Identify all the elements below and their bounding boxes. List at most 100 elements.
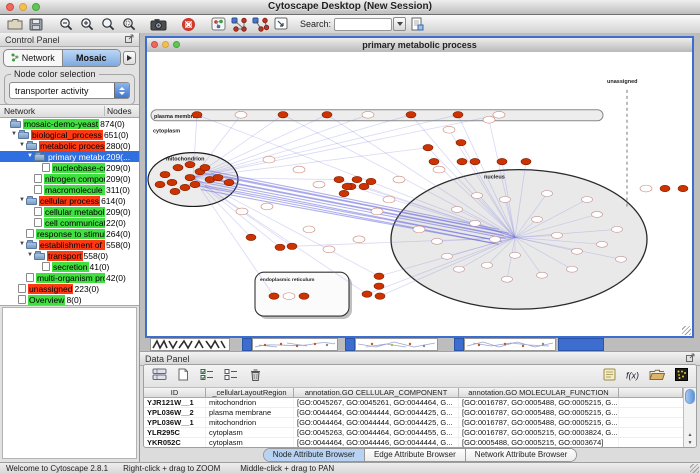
tree-row[interactable]: mosaic-demo-yeast874(0) — [0, 118, 139, 129]
table-scrollbar[interactable]: ▲ ▼ — [683, 388, 696, 447]
tree-expander-icon[interactable]: ▼ — [10, 129, 18, 140]
modify-attributes-button[interactable] — [149, 367, 169, 385]
tree-row[interactable]: unassigned223(0) — [0, 283, 139, 294]
column-header[interactable]: _cellularLayoutRegion — [206, 388, 294, 398]
minimized-window-edge[interactable] — [454, 338, 464, 351]
tree-row[interactable]: ▼transport558(0) — [0, 250, 139, 261]
scroll-up-icon[interactable]: ▲ — [684, 431, 696, 439]
minimized-window-bar[interactable] — [558, 338, 604, 351]
zoom-selected-button[interactable] — [118, 16, 139, 33]
save-session-button[interactable] — [25, 16, 46, 33]
tree-row[interactable]: ▼metabolic process280(0) — [0, 140, 139, 151]
node-color-combobox[interactable]: transporter activity — [9, 82, 130, 99]
scroll-down-icon[interactable]: ▼ — [684, 439, 696, 447]
status-zoom-hint: Right-click + drag to ZOOM — [123, 464, 220, 473]
table-cell: YJR121W__1 — [144, 398, 206, 407]
scrollbar-thumb[interactable] — [685, 389, 695, 404]
network-view-window[interactable]: primary metabolic process plasma membran… — [145, 36, 694, 338]
tab-mosaic-label: Mosaic — [76, 53, 107, 63]
minimized-window-thumbnail[interactable] — [464, 338, 556, 351]
column-header[interactable]: ID — [144, 388, 206, 398]
page-icon — [34, 185, 42, 194]
tree-count: 223(0) — [73, 284, 107, 294]
tab-mosaic[interactable]: Mosaic — [62, 50, 121, 66]
select-all-attributes-button[interactable] — [197, 367, 217, 385]
app-resize-grip[interactable] — [690, 464, 699, 473]
tree-row[interactable]: nucleobase-containing compound metabolic… — [0, 162, 139, 173]
minimized-window-thumbnail[interactable] — [355, 338, 438, 351]
zoom-in-button[interactable] — [76, 16, 97, 33]
matrix-view-button[interactable] — [671, 367, 691, 385]
create-attribute-button[interactable] — [173, 367, 193, 385]
float-panel-icon[interactable] — [686, 353, 695, 364]
tree-expander-icon[interactable]: ▼ — [18, 195, 26, 206]
tree-expander-icon[interactable]: ▼ — [18, 239, 26, 250]
combobox-stepper-icon[interactable] — [114, 83, 129, 98]
tree-label: macromolecule metabolic process — [44, 185, 105, 195]
tab-network-attribute-browser[interactable]: Network Attribute Browser — [465, 449, 576, 461]
formula-builder-button[interactable]: f(x) — [623, 367, 643, 385]
tree-expander-icon[interactable]: ▼ — [26, 250, 34, 261]
minimized-window-thumbnail[interactable] — [150, 338, 230, 351]
minimized-window-edge[interactable] — [242, 338, 252, 351]
birds-eye-view-panel[interactable] — [2, 307, 137, 459]
network-canvas[interactable]: plasma membranecytoplasmmitochondrionnuc… — [147, 52, 692, 336]
float-panel-icon[interactable] — [125, 34, 134, 45]
apply-layout-alt-button[interactable] — [250, 16, 271, 33]
tree-count: 874(0) — [99, 119, 133, 129]
tree-row[interactable]: multi-organism process42(0) — [0, 272, 139, 283]
tree-expander-icon[interactable]: ▼ — [26, 151, 34, 162]
table-row[interactable]: YJR121W__1mitochondrion[GO:0045267, GO:0… — [144, 398, 683, 408]
tree-row[interactable]: macromolecule metabolic process311(0) — [0, 184, 139, 195]
snapshot-button[interactable] — [148, 16, 169, 33]
tree-count: 8(0) — [65, 295, 99, 305]
tree-row[interactable]: ▼establishment of localization558(0) — [0, 239, 139, 250]
tree-row[interactable]: Overview8(0) — [0, 294, 139, 305]
tree-count: 209(0) — [105, 207, 139, 217]
svg-text:endoplasmic reticulum: endoplasmic reticulum — [260, 277, 315, 283]
search-dropdown-button[interactable] — [393, 17, 406, 31]
minimized-window-thumbnail[interactable] — [252, 338, 338, 351]
tab-network[interactable]: Network — [4, 50, 62, 66]
tree-row[interactable]: cell communication22(0) — [0, 217, 139, 228]
tree-row[interactable]: ▼biological_process651(0) — [0, 129, 139, 140]
tree-row[interactable]: ▼primary metabolic process209(... — [0, 151, 139, 162]
zoom-fit-button[interactable] — [97, 16, 118, 33]
tree-row[interactable]: nitrogen compound metabolic process209(0… — [0, 173, 139, 184]
tree-row[interactable]: ▼cellular process614(0) — [0, 195, 139, 206]
tab-node-attribute-browser[interactable]: Node Attribute Browser — [264, 449, 364, 461]
tree-count: 209(0) — [105, 174, 139, 184]
minimized-window-edge[interactable] — [345, 338, 355, 351]
window-resize-grip[interactable] — [682, 326, 691, 335]
table-cell: cytoplasm — [206, 428, 294, 437]
table-cell: YLR295C — [144, 428, 206, 437]
tab-edge-attribute-browser[interactable]: Edge Attribute Browser — [364, 449, 465, 461]
table-row[interactable]: YLR295Ccytoplasm[GO:0045263, GO:0044464,… — [144, 428, 683, 438]
import-attributes-button[interactable] — [647, 367, 667, 385]
tree-row[interactable]: cellular metabolic process209(0) — [0, 206, 139, 217]
help-button[interactable] — [178, 16, 199, 33]
tree-row[interactable]: response to stimulus264(0) — [0, 228, 139, 239]
column-header[interactable]: annotation.GO CELLULAR_COMPONENT — [294, 388, 459, 398]
tree-column-nodes[interactable]: Nodes — [105, 106, 139, 116]
search-input[interactable] — [334, 18, 392, 31]
table-row[interactable]: YPL036W__1mitochondrion[GO:0044464, GO:0… — [144, 418, 683, 428]
zoom-out-button[interactable] — [55, 16, 76, 33]
apply-layout-button[interactable] — [229, 16, 250, 33]
filter-button[interactable] — [271, 16, 292, 33]
table-cell: [GO:0044464, GO:0044444, GO:0044425, G..… — [294, 418, 459, 427]
unselect-all-attributes-button[interactable] — [221, 367, 241, 385]
tree-column-network[interactable]: Network — [0, 106, 105, 116]
open-session-button[interactable] — [4, 16, 25, 33]
attribute-table[interactable]: ID_cellularLayoutRegionannotation.GO CEL… — [144, 388, 683, 447]
column-header[interactable]: annotation.GO MOLECULAR_FUNCTION — [459, 388, 619, 398]
table-row[interactable]: YPL036W__2plasma membrane[GO:0044464, GO… — [144, 408, 683, 418]
tree-row[interactable]: secretion41(0) — [0, 261, 139, 272]
attribute-notes-button[interactable] — [599, 367, 619, 385]
tree-expander-icon[interactable]: ▼ — [18, 140, 26, 151]
delete-attribute-button[interactable] — [245, 367, 265, 385]
import-annotation-button[interactable] — [406, 16, 427, 33]
table-row[interactable]: YKR052Ccytoplasm[GO:0044464, GO:0044446,… — [144, 438, 683, 447]
more-tabs-button[interactable] — [123, 51, 136, 65]
vizmapper-button[interactable] — [208, 16, 229, 33]
